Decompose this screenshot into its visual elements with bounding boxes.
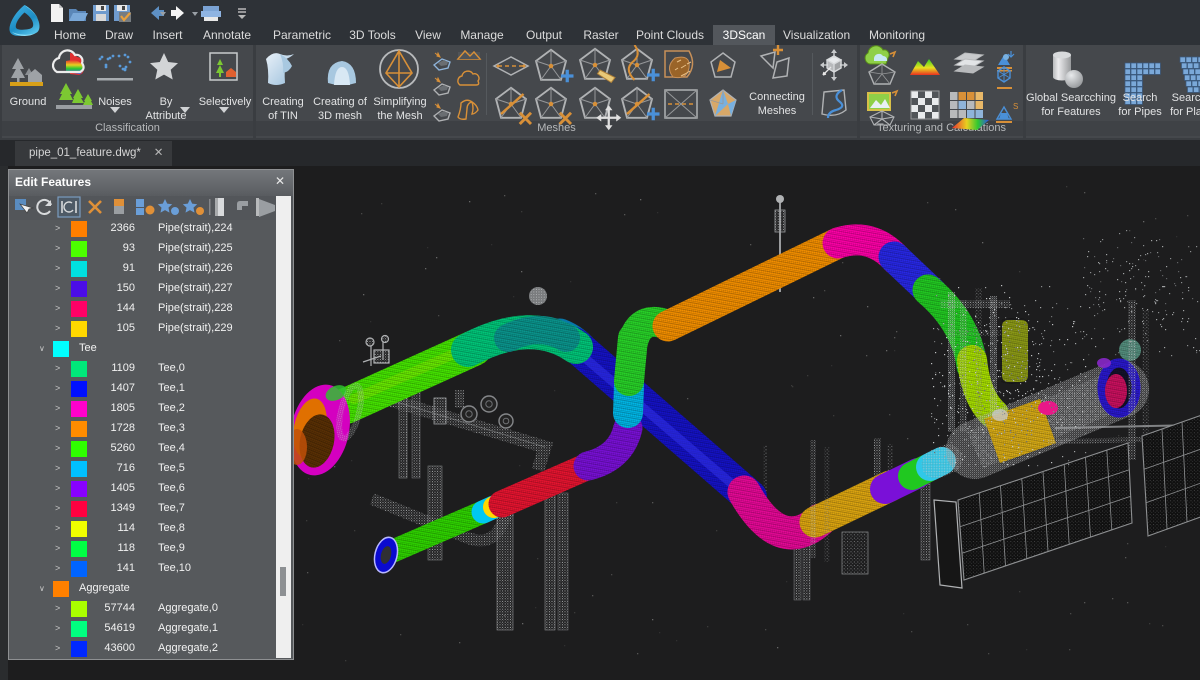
svg-text:S: S: [1013, 102, 1018, 111]
